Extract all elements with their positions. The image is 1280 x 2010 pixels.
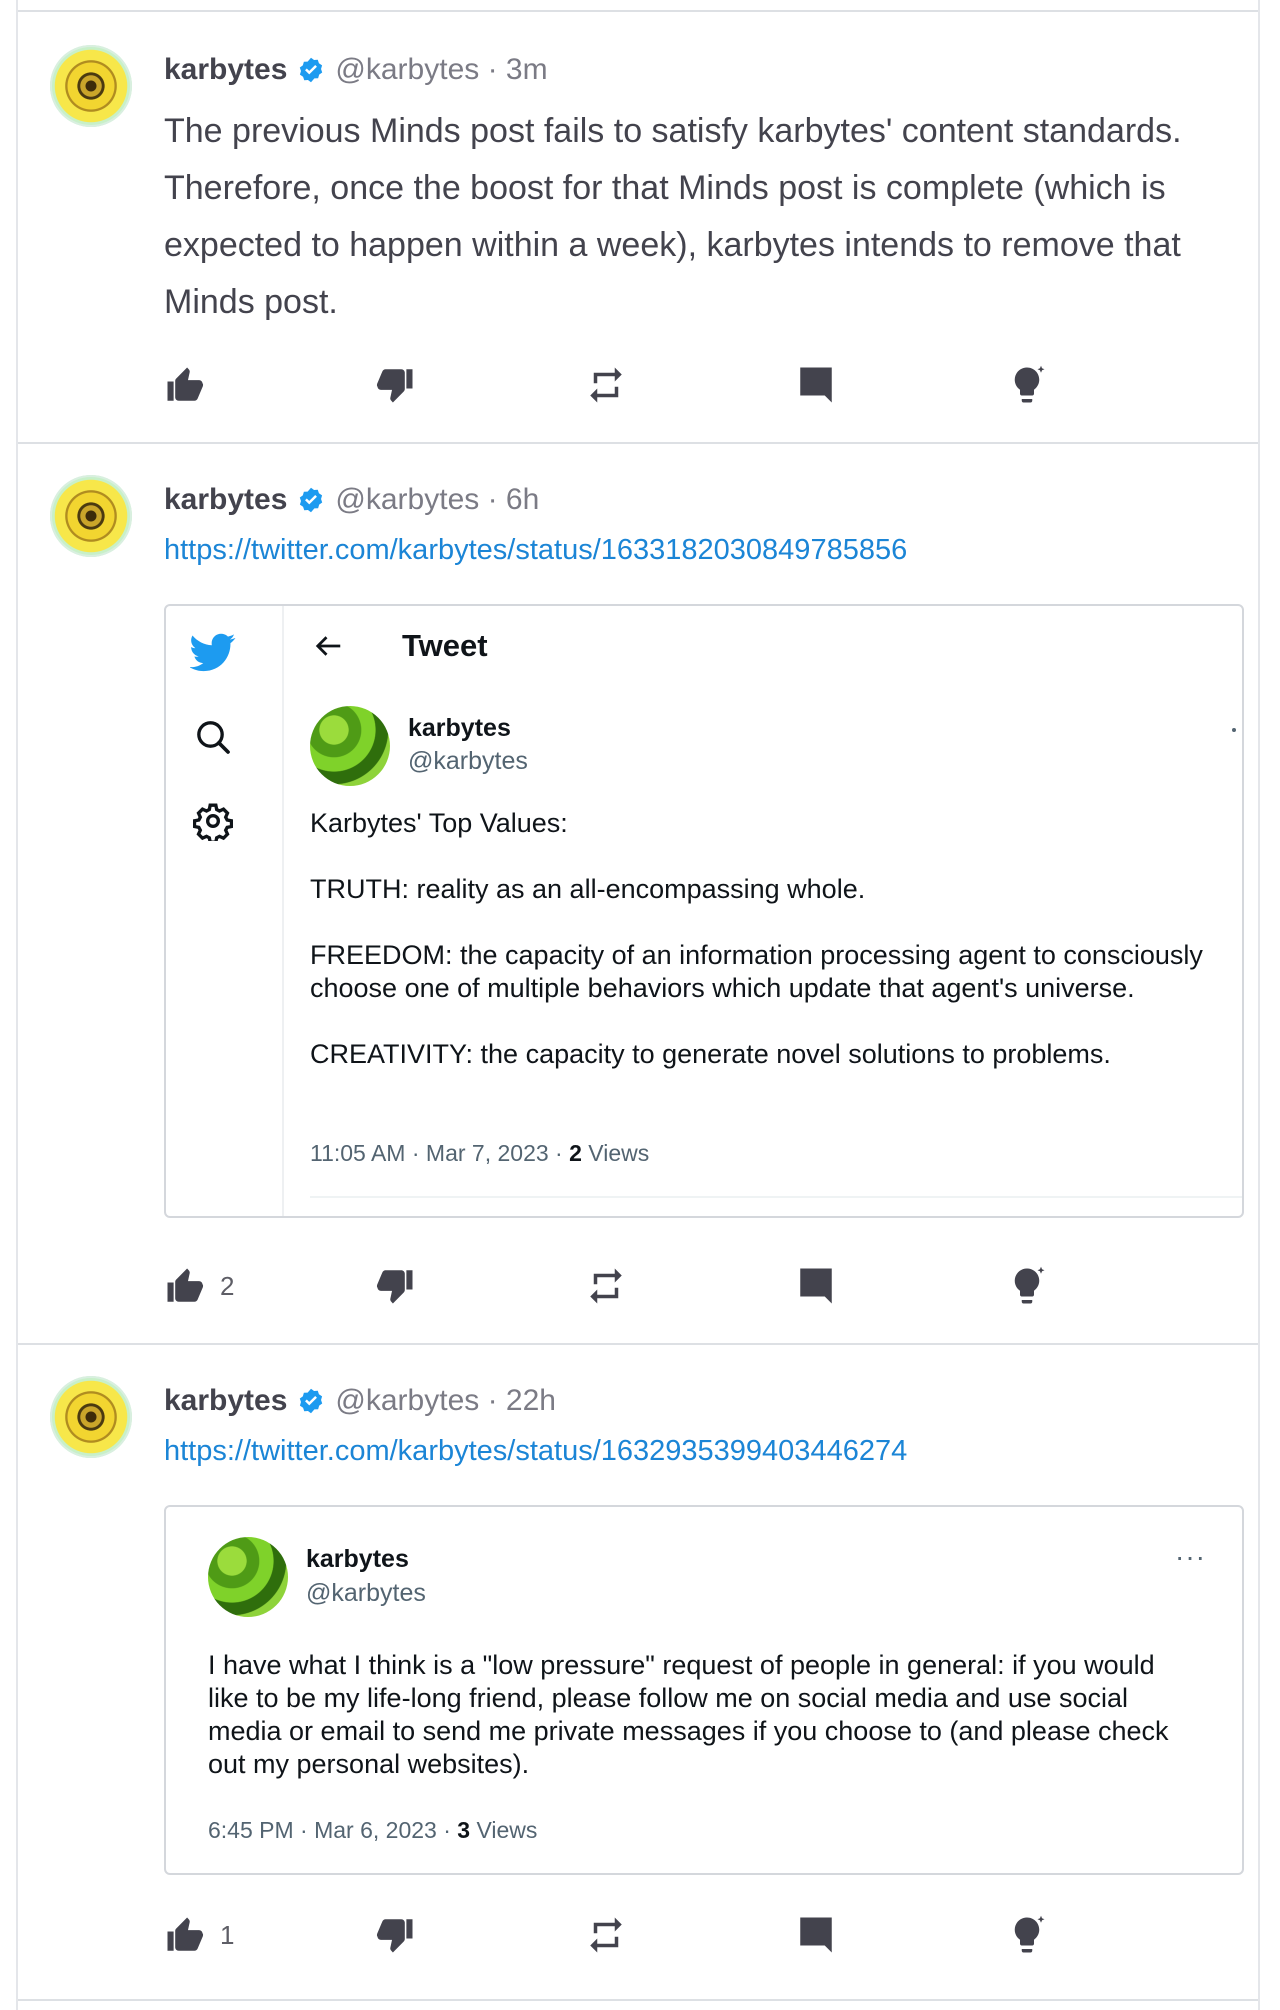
post: karbytes @karbytes · 6h https://twitter.… <box>18 444 1258 1345</box>
boost-icon <box>1014 365 1045 403</box>
tweet-paragraph: TRUTH: reality as an all-encompassing wh… <box>310 874 866 904</box>
post-actions: 2 <box>164 1264 1064 1308</box>
remind-icon <box>590 1268 622 1304</box>
activity-feed: karbytes @karbytes · 3m The previous Min… <box>16 0 1260 2010</box>
avatar[interactable] <box>50 1376 132 1458</box>
remind-button[interactable] <box>585 1913 627 1957</box>
comment-button[interactable] <box>795 363 837 407</box>
thumbs-down-icon <box>376 369 413 403</box>
tweet-author-handle: @karbytes <box>306 1579 426 1607</box>
thumbs-up-count: 2 <box>220 1270 235 1301</box>
comment-icon <box>800 1268 832 1304</box>
thumbs-up-button[interactable]: 1 <box>164 1913 234 1957</box>
tweet-link[interactable]: https://twitter.com/karbytes/status/1632… <box>164 1435 907 1468</box>
tweet-author-handle: @karbytes <box>408 747 528 775</box>
tweet-paragraph: CREATIVITY: the capacity to generate nov… <box>310 1039 1111 1069</box>
remind-icon <box>590 367 622 403</box>
tweet-paragraph: FREEDOM: the capacity of an information … <box>310 940 1203 1003</box>
tweet-paragraph: Karbytes' Top Values: <box>310 808 568 838</box>
twitter-sidebar <box>166 606 284 1216</box>
thumbs-up-button[interactable] <box>164 363 206 407</box>
views-label: Views <box>581 1140 650 1166</box>
post-text: The previous Minds post fails to satisfy… <box>164 112 1182 321</box>
boost-icon <box>1014 1266 1045 1304</box>
post: karbytes @karbytes · 3m The previous Min… <box>18 12 1258 444</box>
thumbs-down-button[interactable] <box>374 363 416 407</box>
embedded-page-title: Tweet <box>402 628 488 663</box>
avatar <box>208 1537 288 1617</box>
overflow-dot <box>1232 728 1236 732</box>
comment-button[interactable] <box>795 1264 837 1308</box>
post-header: karbytes @karbytes · 6h <box>164 480 539 520</box>
embedded-tweet-screenshot[interactable]: karbytes @karbytes ··· I have what I thi… <box>164 1505 1244 1875</box>
thumbs-down-button[interactable] <box>374 1264 416 1308</box>
username[interactable]: karbytes <box>164 53 287 87</box>
views-count: 2 <box>569 1140 582 1166</box>
verified-badge-icon <box>300 487 323 513</box>
remind-button[interactable] <box>585 1264 627 1308</box>
tweet-timestamp: 6:45 PM · Mar 6, 2023 · <box>208 1817 458 1843</box>
boost-button[interactable] <box>1006 1913 1048 1957</box>
post-actions: 1 <box>164 1913 1064 1957</box>
avatar[interactable] <box>50 45 132 127</box>
boost-button[interactable] <box>1006 363 1048 407</box>
tweet-text: I have what I think is a "low pressure" … <box>208 1650 1169 1779</box>
thumbs-down-icon <box>376 1919 413 1953</box>
post-header: karbytes @karbytes · 3m <box>164 50 548 90</box>
verified-badge-icon <box>300 57 323 83</box>
thumbs-down-button[interactable] <box>374 1913 416 1957</box>
avatar[interactable] <box>50 475 132 557</box>
post: karbytes @karbytes · 22h https://twitter… <box>18 1345 1258 2001</box>
views-count: 3 <box>457 1817 471 1843</box>
thumbs-up-button[interactable]: 2 <box>164 1264 234 1308</box>
comment-icon <box>800 367 832 403</box>
search-icon[interactable] <box>188 712 238 762</box>
settings-gear-icon[interactable] <box>188 796 238 846</box>
tweet-text: Karbytes' Top Values: TRUTH: reality as … <box>310 807 1210 1104</box>
comment-button[interactable] <box>795 1913 837 1957</box>
username[interactable]: karbytes <box>164 1384 287 1418</box>
tweet-meta: 6:45 PM · Mar 6, 2023 · 3 Views <box>208 1817 537 1844</box>
thumbs-down-icon <box>376 1270 413 1304</box>
thumbs-up-icon <box>167 367 204 401</box>
embedded-page-header: Tweet <box>314 624 488 668</box>
handle-and-time[interactable]: @karbytes · 22h <box>335 1384 556 1418</box>
comment-icon <box>800 1917 832 1953</box>
remind-icon <box>590 1917 622 1953</box>
username[interactable]: karbytes <box>164 483 287 517</box>
boost-button[interactable] <box>1006 1264 1048 1308</box>
post-header: karbytes @karbytes · 22h <box>164 1381 556 1421</box>
verified-badge-icon <box>300 1388 323 1414</box>
remind-button[interactable] <box>585 363 627 407</box>
divider <box>310 1196 1242 1198</box>
tweet-timestamp: 11:05 AM · Mar 7, 2023 · <box>310 1140 570 1166</box>
tweet-author-name: karbytes <box>408 714 511 742</box>
embedded-tweet-screenshot[interactable]: Tweet karbytes @karbytes Karbytes' Top V… <box>164 604 1244 1218</box>
tweet-link[interactable]: https://twitter.com/karbytes/status/1633… <box>164 534 907 567</box>
handle-and-time[interactable]: @karbytes · 6h <box>335 483 539 517</box>
tweet-author-name: karbytes <box>306 1545 409 1573</box>
handle-and-time[interactable]: @karbytes · 3m <box>335 53 547 87</box>
views-label: Views <box>470 1817 538 1843</box>
thumbs-up-icon <box>167 1917 204 1951</box>
avatar <box>310 706 390 786</box>
twitter-bird-icon <box>188 626 238 676</box>
thumbs-up-icon <box>167 1268 204 1302</box>
more-options-icon[interactable]: ··· <box>1175 1541 1206 1573</box>
boost-icon <box>1014 1915 1045 1953</box>
back-arrow-icon[interactable] <box>314 631 344 661</box>
tweet-meta: 11:05 AM · Mar 7, 2023 · 2 Views <box>310 1140 649 1167</box>
thumbs-up-count: 1 <box>220 1919 235 1950</box>
post-actions <box>164 363 1064 407</box>
